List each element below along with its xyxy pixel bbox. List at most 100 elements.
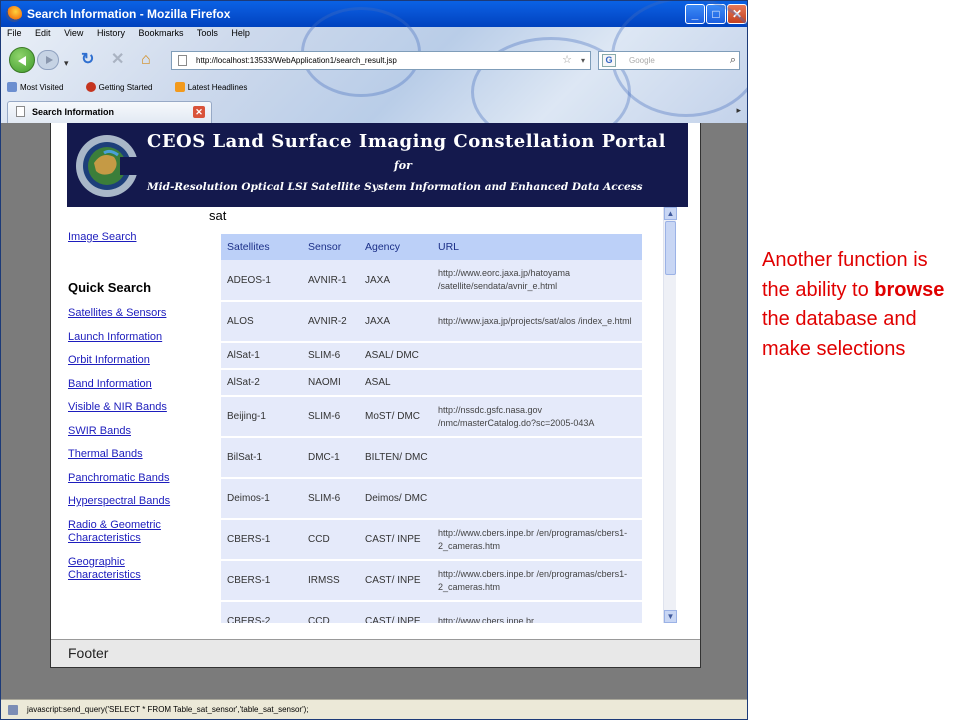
table-row[interactable]: ADEOS-1 AVNIR-1 JAXA http://www.eorc.jax… bbox=[221, 260, 642, 302]
cell-url[interactable]: http://www.jaxa.jp/projects/sat/alos /in… bbox=[432, 301, 642, 343]
table-row[interactable]: CBERS-2 CCD CAST/ INPE http://www.cbers.… bbox=[221, 601, 642, 623]
table-row[interactable]: Deimos-1 SLIM-6 Deimos/ DMC bbox=[221, 478, 642, 520]
table-row[interactable]: BilSat-1 DMC-1 BILTEN/ DMC bbox=[221, 437, 642, 479]
menu-help[interactable]: Help bbox=[231, 28, 250, 38]
bookmark-star-icon[interactable]: ☆ bbox=[562, 52, 572, 69]
link-panchromatic-bands[interactable]: Panchromatic Bands bbox=[68, 472, 200, 486]
cell-url[interactable]: http://www.cbers.inpe.br /en/programas/c… bbox=[432, 560, 642, 602]
table-row[interactable]: Beijing-1 SLIM-6 MoST/ DMC http://nssdc.… bbox=[221, 396, 642, 438]
back-button[interactable] bbox=[9, 47, 35, 73]
link-radio-geometric[interactable]: Radio & Geometric Characteristics bbox=[68, 519, 200, 546]
cell-agency: ASAL/ DMC bbox=[359, 342, 432, 370]
search-icon[interactable]: ⌕ bbox=[730, 52, 736, 69]
menu-tools[interactable]: Tools bbox=[197, 28, 218, 38]
google-engine-icon[interactable]: G bbox=[602, 54, 616, 67]
scroll-down-icon[interactable]: ▼ bbox=[664, 610, 677, 623]
cell-agency: CAST/ INPE bbox=[359, 601, 432, 623]
history-dropdown-icon[interactable]: ▾ bbox=[64, 54, 69, 72]
link-swir-bands[interactable]: SWIR Bands bbox=[68, 425, 200, 439]
cell-sensor: IRMSS bbox=[302, 560, 359, 602]
cell-satellite: CBERS-2 bbox=[221, 601, 302, 623]
annotation-note: Another function is the ability to brows… bbox=[762, 246, 952, 364]
reload-icon[interactable]: ↻ bbox=[81, 51, 94, 69]
menu-history[interactable]: History bbox=[97, 28, 125, 38]
cell-agency: ASAL bbox=[359, 369, 432, 397]
page-icon bbox=[178, 55, 187, 66]
url-dropdown-icon[interactable]: ▾ bbox=[581, 52, 585, 69]
cell-sensor: CCD bbox=[302, 519, 359, 561]
cell-satellite: ALOS bbox=[221, 301, 302, 343]
tab-search-information[interactable]: Search Information ✕ bbox=[7, 101, 212, 123]
link-band-information[interactable]: Band Information bbox=[68, 378, 200, 392]
bookmark-label: Most Visited bbox=[20, 83, 64, 92]
cell-agency: JAXA bbox=[359, 260, 432, 302]
menu-bar: File Edit View History Bookmarks Tools H… bbox=[7, 28, 261, 44]
image-search-link[interactable]: Image Search bbox=[68, 231, 136, 243]
cell-agency: CAST/ INPE bbox=[359, 519, 432, 561]
content-area: CEOS Land Surface Imaging Constellation … bbox=[1, 123, 747, 699]
table-row[interactable]: AlSat-2 NAOMI ASAL bbox=[221, 369, 642, 397]
cell-url bbox=[432, 369, 642, 397]
web-page: CEOS Land Surface Imaging Constellation … bbox=[50, 123, 701, 668]
cell-url[interactable]: http://nssdc.gsfc.nasa.gov /nmc/masterCa… bbox=[432, 396, 642, 438]
quick-search-links: Satellites & Sensors Launch Information … bbox=[68, 307, 200, 593]
stop-icon[interactable]: ✕ bbox=[111, 51, 124, 69]
table-row[interactable]: AlSat-1 SLIM-6 ASAL/ DMC bbox=[221, 342, 642, 370]
search-placeholder: Google bbox=[629, 56, 655, 65]
menu-bookmarks[interactable]: Bookmarks bbox=[138, 28, 183, 38]
scroll-up-icon[interactable]: ▲ bbox=[664, 207, 677, 220]
footer-text: Footer bbox=[68, 645, 109, 661]
cell-sensor: NAOMI bbox=[302, 369, 359, 397]
bookmark-most-visited[interactable]: Most Visited bbox=[7, 82, 73, 92]
bookmark-latest-headlines[interactable]: Latest Headlines bbox=[174, 82, 258, 92]
status-bar: javascript:send_query('SELECT * FROM Tab… bbox=[1, 699, 747, 719]
table-row[interactable]: ALOS AVNIR-2 JAXA http://www.jaxa.jp/pro… bbox=[221, 301, 642, 343]
tab-list-icon[interactable]: ▸ bbox=[736, 105, 741, 116]
results-scrollbar[interactable]: ▲ ▼ bbox=[663, 207, 677, 623]
banner-for: for bbox=[394, 159, 412, 172]
forward-button[interactable] bbox=[37, 50, 59, 70]
link-thermal-bands[interactable]: Thermal Bands bbox=[68, 448, 200, 462]
results-table-container: Satellites Sensor Agency URL ADEOS-1 AVN… bbox=[221, 234, 642, 623]
table-row[interactable]: CBERS-1 CCD CAST/ INPE http://www.cbers.… bbox=[221, 519, 642, 561]
cell-url[interactable]: http://www.cbers.inpe.br /en/programas/c… bbox=[432, 519, 642, 561]
window-title: Search Information - Mozilla Firefox bbox=[27, 7, 231, 21]
ceos-logo bbox=[76, 135, 140, 197]
cell-satellite: Beijing-1 bbox=[221, 396, 302, 438]
column-header-satellites: Satellites bbox=[221, 234, 302, 260]
cell-url[interactable]: http://www.cbers.inpe.br bbox=[432, 601, 642, 623]
address-bar[interactable]: http://localhost:13533/WebApplication1/s… bbox=[171, 51, 591, 70]
banner-title: CEOS Land Surface Imaging Constellation … bbox=[147, 131, 666, 152]
link-satellites-sensors[interactable]: Satellites & Sensors bbox=[68, 307, 200, 321]
table-row[interactable]: CBERS-1 IRMSS CAST/ INPE http://www.cber… bbox=[221, 560, 642, 602]
home-icon[interactable]: ⌂ bbox=[141, 51, 151, 69]
table-header-row: Satellites Sensor Agency URL bbox=[221, 234, 642, 260]
status-text: javascript:send_query('SELECT * FROM Tab… bbox=[27, 705, 309, 714]
tab-strip: Search Information ✕ ▸ bbox=[1, 99, 747, 123]
bookmark-getting-started[interactable]: Getting Started bbox=[85, 82, 163, 92]
cell-url[interactable]: http://www.eorc.jaxa.jp/hatoyama /satell… bbox=[432, 260, 642, 302]
menu-view[interactable]: View bbox=[64, 28, 83, 38]
cell-agency: JAXA bbox=[359, 301, 432, 343]
column-header-agency: Agency bbox=[359, 234, 432, 260]
cell-satellite: AlSat-1 bbox=[221, 342, 302, 370]
close-tab-icon[interactable]: ✕ bbox=[193, 106, 205, 118]
most-visited-icon bbox=[7, 82, 17, 92]
browser-window: Search Information - Mozilla Firefox _ □… bbox=[0, 0, 748, 720]
scroll-thumb[interactable] bbox=[665, 221, 676, 275]
link-orbit-information[interactable]: Orbit Information bbox=[68, 354, 200, 368]
query-text: sat bbox=[209, 208, 227, 223]
search-box[interactable]: G Google ⌕ bbox=[598, 51, 740, 70]
link-visible-nir-bands[interactable]: Visible & NIR Bands bbox=[68, 401, 200, 415]
menu-file[interactable]: File bbox=[7, 28, 22, 38]
cell-sensor: AVNIR-1 bbox=[302, 260, 359, 302]
cell-agency: MoST/ DMC bbox=[359, 396, 432, 438]
cell-sensor: SLIM-6 bbox=[302, 342, 359, 370]
bookmark-label: Getting Started bbox=[98, 83, 153, 92]
menu-edit[interactable]: Edit bbox=[35, 28, 51, 38]
link-hyperspectral-bands[interactable]: Hyperspectral Bands bbox=[68, 495, 200, 509]
tab-label: Search Information bbox=[32, 107, 115, 117]
getting-started-icon bbox=[85, 82, 96, 92]
link-geographic[interactable]: Geographic Characteristics bbox=[68, 556, 200, 583]
link-launch-information[interactable]: Launch Information bbox=[68, 331, 200, 345]
